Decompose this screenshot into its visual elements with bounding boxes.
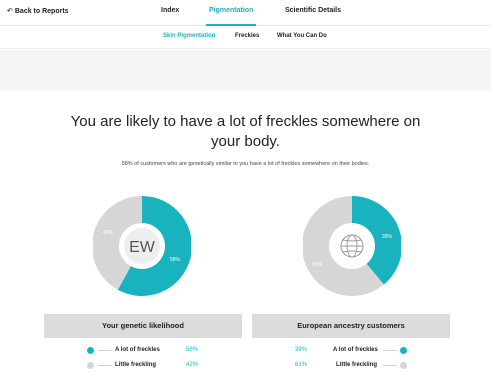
right-row-label-2: Little freckling — [336, 362, 378, 368]
legend-dot-teal — [87, 347, 94, 354]
legend-connector — [383, 365, 397, 366]
subtab-skin-pigmentation[interactable]: Skin Pigmentation — [163, 33, 215, 39]
right-panel-header: European ancestry customers — [252, 314, 450, 338]
donut-left-gray-label: 42% — [103, 230, 114, 236]
donut-chart-ancestry: 39% 61% — [303, 194, 401, 298]
avatar-initials: EW — [129, 239, 156, 256]
page-headline: You are likely to have a lot of freckles… — [70, 113, 421, 150]
back-label: Back to Reports — [14, 7, 69, 15]
subtab-freckles[interactable]: Freckles — [235, 33, 259, 39]
banner — [0, 50, 491, 90]
right-row-pct-2: 61% — [295, 362, 308, 368]
donut-svg-left: EW 58% 42% — [93, 196, 191, 296]
donut-right-gray-label: 61% — [312, 262, 323, 268]
donut-right-teal-label: 39% — [382, 234, 393, 240]
donut-chart-genetic: EW 58% 42% — [93, 194, 191, 298]
back-to-reports-link[interactable]: ↶ Back to Reports — [7, 7, 69, 16]
legend-connector — [98, 350, 112, 351]
legend-dot-gray — [400, 362, 407, 369]
tab-pigmentation[interactable]: Pigmentation — [205, 7, 257, 26]
tab-scientific-details[interactable]: Scientific Details — [285, 7, 341, 14]
donut-left-teal-label: 58% — [170, 257, 181, 263]
legend-dot-gray — [87, 362, 94, 369]
donut-svg-right: 39% 61% — [303, 196, 401, 296]
left-row-pct-1: 58% — [186, 347, 199, 353]
page-subtext: 58% of customers who are genetically sim… — [121, 161, 370, 167]
legend-connector — [383, 350, 397, 351]
left-row-label-2: Little freckling — [115, 362, 157, 368]
legend-connector — [98, 365, 112, 366]
right-row-pct-1: 39% — [295, 347, 308, 353]
sub-nav: Skin Pigmentation Freckles What You Can … — [0, 27, 491, 49]
back-arrow-icon: ↶ — [7, 8, 13, 15]
right-row-label-1: A lot of freckles — [333, 347, 378, 353]
left-row-label-1: A lot of freckles — [115, 347, 160, 353]
left-row-pct-2: 42% — [186, 362, 199, 368]
left-panel-header: Your genetic likelihood — [44, 314, 242, 338]
tab-index[interactable]: Index — [161, 7, 179, 14]
subtab-what-you-can-do[interactable]: What You Can Do — [277, 33, 327, 39]
top-nav: ↶ Back to Reports Index Pigmentation Sci… — [0, 0, 491, 26]
legend-dot-teal — [400, 347, 407, 354]
